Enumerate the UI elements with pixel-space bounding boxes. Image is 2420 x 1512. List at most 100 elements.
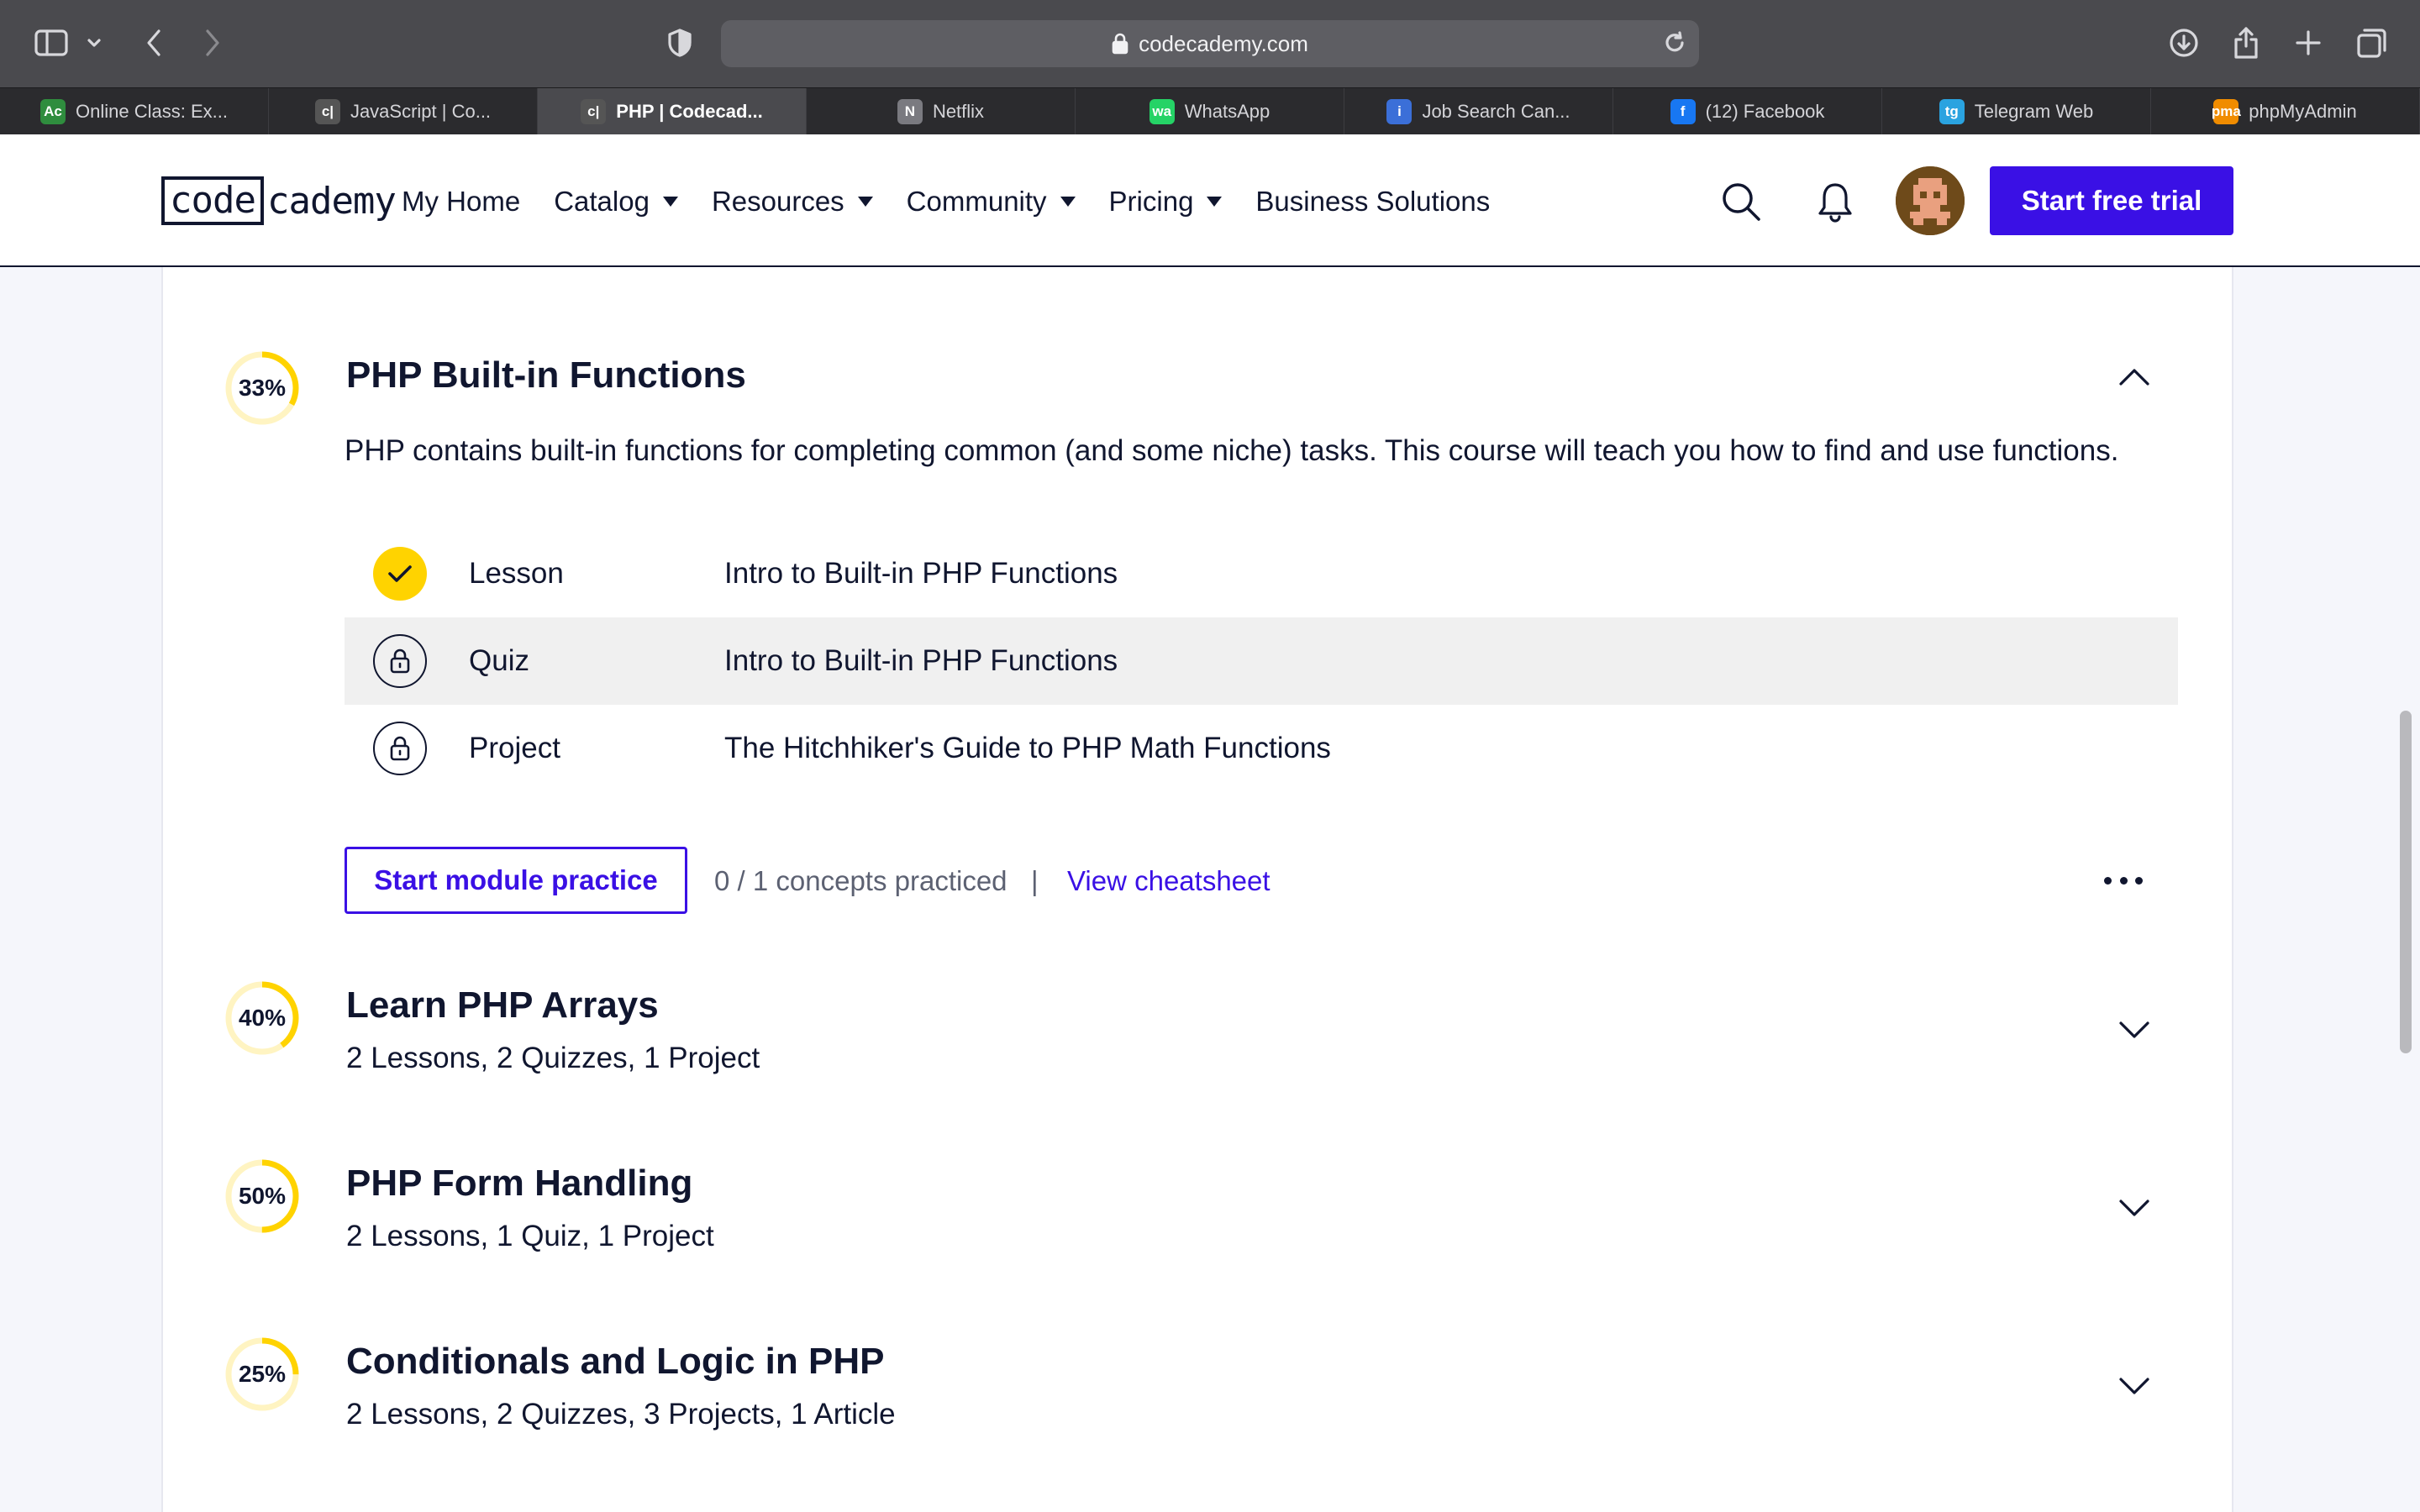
- search-icon[interactable]: [1718, 178, 1765, 225]
- module-progress-ring: 40%: [224, 979, 301, 1057]
- nav-item-community[interactable]: Community: [907, 186, 1076, 218]
- start-module-practice-button[interactable]: Start module practice: [345, 847, 687, 914]
- module-progress-label: 40%: [238, 1005, 287, 1031]
- page-scrollbar[interactable]: [2400, 711, 2412, 1053]
- pixel-avatar-icon: [1896, 166, 1965, 235]
- forward-arrow-icon[interactable]: [192, 22, 234, 64]
- new-tab-icon[interactable]: [2287, 22, 2329, 64]
- item-title: Intro to Built-in PHP Functions: [724, 644, 1118, 677]
- module-summary: 2 Lessons, 1 Quiz, 1 Project: [346, 1220, 714, 1252]
- tab-overview-icon[interactable]: [2351, 22, 2393, 64]
- nav-item-business-solutions[interactable]: Business Solutions: [1255, 186, 1490, 218]
- back-arrow-icon[interactable]: [133, 22, 175, 64]
- nav-item-catalog[interactable]: Catalog: [554, 186, 678, 218]
- lock-icon: [373, 722, 427, 775]
- downloads-icon[interactable]: [2163, 22, 2205, 64]
- nav-item-label: My Home: [402, 186, 521, 217]
- concepts-practiced-count: 0 / 1 concepts practiced: [714, 865, 1007, 896]
- address-text: codecademy.com: [1139, 30, 1308, 56]
- item-type: Lesson: [469, 557, 564, 590]
- module-item-row[interactable]: Project The Hitchhiker's Guide to PHP Ma…: [345, 705, 2178, 792]
- module-summary: 2 Lessons, 2 Quizzes, 1 Project: [346, 1042, 760, 1074]
- nav-item-pricing[interactable]: Pricing: [1109, 186, 1223, 218]
- logo-boxed-text: code: [161, 176, 264, 225]
- codecademy-logo[interactable]: code cademy: [161, 176, 397, 225]
- more-options-icon[interactable]: [2104, 865, 2143, 895]
- start-free-trial-button[interactable]: Start free trial: [1990, 166, 2233, 235]
- browser-tab[interactable]: tg Telegram Web: [1882, 88, 2151, 135]
- module-progress-label: 50%: [238, 1183, 287, 1209]
- collapse-chevron-icon[interactable]: [2116, 364, 2153, 389]
- logo-text: cademy: [266, 179, 397, 223]
- expand-chevron-icon[interactable]: [2116, 1374, 2153, 1399]
- tab-label: JavaScript | Co...: [350, 101, 492, 122]
- tab-favicon-icon: pma: [2212, 99, 2241, 124]
- module-title[interactable]: Learn PHP Arrays: [346, 984, 659, 1026]
- tab-favicon-icon: tg: [1939, 99, 1965, 124]
- module-item-row[interactable]: Lesson Intro to Built-in PHP Functions: [345, 530, 2178, 617]
- user-avatar[interactable]: [1896, 166, 1965, 235]
- tab-label: (12) Facebook: [1705, 101, 1825, 122]
- reload-icon[interactable]: [1662, 30, 1687, 61]
- sidebar-toggle-icon[interactable]: [30, 22, 72, 64]
- item-title: The Hitchhiker's Guide to PHP Math Funct…: [724, 732, 1331, 764]
- nav-item-label: Catalog: [554, 186, 650, 217]
- tab-favicon-icon: wa: [1149, 99, 1175, 124]
- module-title[interactable]: PHP Form Handling: [346, 1163, 692, 1205]
- browser-tab[interactable]: c| PHP | Codecad...: [538, 88, 807, 135]
- module-progress-ring: 50%: [224, 1158, 301, 1235]
- tab-label: WhatsApp: [1184, 101, 1270, 122]
- expand-chevron-icon[interactable]: [2116, 1018, 2153, 1043]
- module-progress-ring: 33%: [224, 349, 301, 427]
- tab-favicon-icon: c|: [314, 99, 340, 124]
- browser-tab[interactable]: N Netflix: [807, 88, 1076, 135]
- tab-label: Netflix: [932, 101, 985, 122]
- browser-tab[interactable]: Ac Online Class: Ex...: [0, 88, 269, 135]
- lock-icon: [373, 634, 427, 688]
- sidebar-menu-chevron-icon[interactable]: [77, 22, 111, 64]
- item-title: Intro to Built-in PHP Functions: [724, 557, 1118, 590]
- browser-tab[interactable]: pma phpMyAdmin: [2151, 88, 2420, 135]
- address-bar[interactable]: codecademy.com: [721, 20, 1699, 67]
- site-header: code cademy My Home Catalog Resources Commun…: [0, 134, 2420, 267]
- module-item-row[interactable]: Quiz Intro to Built-in PHP Functions: [345, 617, 2178, 705]
- check-icon: [373, 547, 427, 601]
- item-type: Project: [469, 732, 560, 764]
- browser-tab[interactable]: f (12) Facebook: [1613, 88, 1882, 135]
- module-progress-ring: 25%: [224, 1336, 301, 1413]
- tab-favicon-icon: i: [1386, 99, 1413, 124]
- tab-label: phpMyAdmin: [2249, 101, 2357, 122]
- module-description: PHP contains built-in functions for comp…: [345, 434, 2119, 467]
- nav-item-label: Business Solutions: [1255, 186, 1491, 217]
- browser-tab[interactable]: wa WhatsApp: [1076, 88, 1344, 135]
- notifications-bell-icon[interactable]: [1812, 178, 1859, 225]
- caret-down-icon: [662, 197, 678, 207]
- caret-down-icon: [1060, 197, 1076, 207]
- browser-tab[interactable]: i Job Search Can...: [1344, 88, 1613, 135]
- tab-label: Online Class: Ex...: [76, 101, 228, 122]
- expand-chevron-icon[interactable]: [2116, 1196, 2153, 1221]
- nav-item-resources[interactable]: Resources: [712, 186, 873, 218]
- module-progress-label: 33%: [238, 375, 287, 401]
- tab-bar: Ac Online Class: Ex... c| JavaScript | Co..…: [0, 87, 2420, 135]
- module-title[interactable]: PHP Built-in Functions: [346, 354, 746, 396]
- nav-item-label: Community: [906, 186, 1047, 217]
- view-cheatsheet-link[interactable]: View cheatsheet: [1067, 865, 1270, 897]
- tab-favicon-icon: N: [897, 99, 923, 124]
- browser-toolbar: codecademy.com: [0, 0, 2420, 87]
- caret-down-icon: [1207, 197, 1223, 207]
- nav-item-my-home[interactable]: My Home: [402, 186, 520, 218]
- separator: |: [1031, 865, 1039, 896]
- browser-tab[interactable]: c| JavaScript | Co...: [269, 88, 538, 135]
- tab-label: Job Search Can...: [1422, 101, 1570, 122]
- privacy-shield-icon[interactable]: [659, 22, 701, 64]
- item-type: Quiz: [469, 644, 529, 677]
- module-progress-label: 25%: [238, 1361, 287, 1387]
- share-icon[interactable]: [2225, 22, 2267, 64]
- lock-icon: [1112, 33, 1128, 55]
- tab-favicon-icon: c|: [581, 99, 607, 124]
- tab-favicon-icon: Ac: [40, 99, 66, 124]
- tab-favicon-icon: f: [1670, 99, 1696, 124]
- module-summary: 2 Lessons, 2 Quizzes, 3 Projects, 1 Arti…: [346, 1398, 896, 1431]
- module-title[interactable]: Conditionals and Logic in PHP: [346, 1341, 884, 1383]
